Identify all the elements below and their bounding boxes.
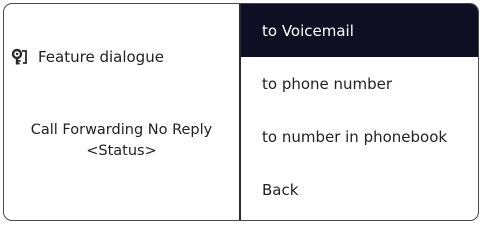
menu-item-to-number-in-phonebook[interactable]: to number in phonebook [241,110,478,163]
feature-title: Feature dialogue [38,48,164,66]
menu-item-back[interactable]: Back [241,163,478,216]
menu-item-to-phone-number[interactable]: to phone number [241,57,478,110]
phone-display: Feature dialogue Call Forwarding No Repl… [3,3,479,221]
forwarding-menu: to Voicemail to phone number to number i… [241,4,478,220]
key-lock-icon [11,48,29,66]
menu-item-to-voicemail[interactable]: to Voicemail [241,4,478,57]
feature-info-panel: Feature dialogue Call Forwarding No Repl… [4,4,239,220]
status-title: Call Forwarding No Reply [30,122,213,138]
feature-header: Feature dialogue [11,48,164,66]
status-block: Call Forwarding No Reply <Status> [4,120,239,162]
status-value: <Status> [86,143,157,159]
